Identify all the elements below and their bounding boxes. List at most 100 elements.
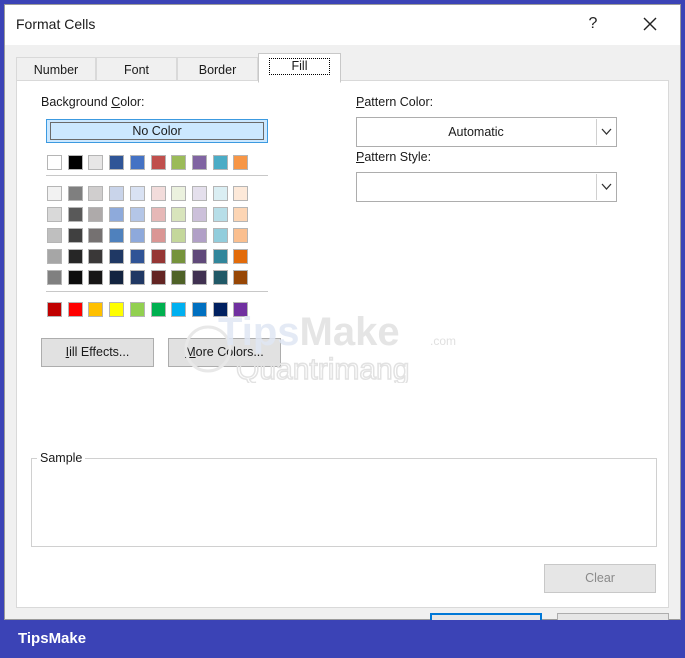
color-swatch-shade[interactable] (109, 228, 125, 243)
color-swatch-shade[interactable] (129, 186, 145, 201)
color-swatch-theme[interactable] (88, 155, 104, 170)
color-swatch-shade[interactable] (233, 270, 249, 285)
footer-brand: TipsMake (18, 630, 87, 647)
chevron-down-icon (601, 183, 612, 190)
color-swatch-standard[interactable] (129, 302, 145, 317)
color-swatch-shade[interactable] (212, 249, 228, 264)
color-swatch-shade[interactable] (47, 270, 62, 285)
color-swatch-shade[interactable] (88, 249, 104, 264)
color-swatch-shade[interactable] (88, 207, 104, 222)
color-swatch-shade[interactable] (150, 186, 166, 201)
dialog-title: Format Cells (16, 16, 96, 32)
color-swatch-shade[interactable] (150, 228, 166, 243)
color-swatch-theme[interactable] (47, 155, 62, 170)
close-button[interactable] (634, 9, 664, 39)
color-swatch-shade[interactable] (47, 207, 62, 222)
color-swatch-theme[interactable] (191, 155, 207, 170)
color-swatch-standard[interactable] (109, 302, 125, 317)
color-swatch-shade[interactable] (171, 249, 187, 264)
background-color-label: Background Color: (41, 95, 145, 109)
color-swatch-shade[interactable] (109, 270, 125, 285)
color-swatch-shade[interactable] (212, 207, 228, 222)
sample-label: Sample (37, 451, 86, 465)
color-swatch-theme[interactable] (129, 155, 145, 170)
color-swatch-shade[interactable] (233, 249, 249, 264)
tab-font[interactable]: Font (96, 57, 177, 82)
pattern-color-dropdown[interactable]: Automatic (356, 117, 617, 147)
color-swatch-shade[interactable] (109, 249, 125, 264)
color-swatch-shade[interactable] (88, 270, 104, 285)
color-swatch-shade[interactable] (67, 207, 83, 222)
color-swatch-shade[interactable] (129, 270, 145, 285)
color-swatch-shade[interactable] (233, 228, 249, 243)
color-swatch-shade[interactable] (191, 186, 207, 201)
color-swatch-shade[interactable] (191, 207, 207, 222)
color-swatch-shade[interactable] (67, 228, 83, 243)
color-swatch-theme[interactable] (171, 155, 187, 170)
color-swatch-theme[interactable] (233, 155, 249, 170)
help-button[interactable]: ? (578, 9, 608, 39)
tab-label: Font (123, 63, 149, 77)
pattern-style-dropdown[interactable] (356, 172, 617, 202)
color-swatch-standard[interactable] (212, 302, 228, 317)
clear-button[interactable]: Clear (544, 564, 656, 593)
no-color-button[interactable]: No Color (46, 119, 268, 143)
color-swatch-shade[interactable] (47, 228, 62, 243)
color-swatch-shade[interactable] (171, 228, 187, 243)
tab-label: Number (33, 63, 79, 77)
color-swatch-shade[interactable] (109, 186, 125, 201)
tab-border[interactable]: Border (177, 57, 258, 82)
color-swatch-shade[interactable] (171, 186, 187, 201)
more-colors-button[interactable]: More Colors... (168, 338, 281, 367)
pattern-color-value: Automatic (448, 125, 504, 139)
color-swatch-shade[interactable] (150, 207, 166, 222)
color-swatch-shade[interactable] (88, 228, 104, 243)
footer-bar: TipsMake (0, 620, 685, 658)
color-swatch-standard[interactable] (171, 302, 187, 317)
sample-box: Sample (31, 451, 657, 547)
no-color-label: No Color (50, 122, 264, 140)
color-swatch-standard[interactable] (67, 302, 83, 317)
fill-effects-button[interactable]: Iill Effects... (41, 338, 154, 367)
color-swatch-shade[interactable] (191, 249, 207, 264)
title-bar: Format Cells ? (5, 5, 680, 45)
color-swatch-shade[interactable] (129, 207, 145, 222)
color-swatch-standard[interactable] (191, 302, 207, 317)
color-swatch-shade[interactable] (150, 270, 166, 285)
color-swatch-shade[interactable] (129, 249, 145, 264)
color-swatch-shade[interactable] (233, 186, 249, 201)
close-icon (643, 17, 657, 31)
color-swatch-shade[interactable] (47, 186, 62, 201)
color-swatch-shade[interactable] (129, 228, 145, 243)
color-swatch-standard[interactable] (88, 302, 104, 317)
color-swatch-shade[interactable] (233, 207, 249, 222)
color-swatch-shade[interactable] (109, 207, 125, 222)
dropdown-arrow[interactable] (596, 174, 615, 200)
color-swatch-standard[interactable] (150, 302, 166, 317)
color-swatch-shade[interactable] (171, 207, 187, 222)
color-swatch-shade[interactable] (191, 228, 207, 243)
color-swatch-shade[interactable] (67, 270, 83, 285)
chevron-down-icon (601, 128, 612, 135)
color-swatch-theme[interactable] (109, 155, 125, 170)
color-swatch-theme[interactable] (150, 155, 166, 170)
color-swatch-theme[interactable] (67, 155, 83, 170)
color-swatch-shade[interactable] (212, 186, 228, 201)
color-swatch-shade[interactable] (47, 249, 62, 264)
color-swatch-shade[interactable] (67, 249, 83, 264)
color-swatch-shade[interactable] (171, 270, 187, 285)
tab-fill[interactable]: Fill (258, 53, 341, 83)
color-swatch-shade[interactable] (191, 270, 207, 285)
color-swatch-shade[interactable] (67, 186, 83, 201)
color-swatch-shade[interactable] (212, 228, 228, 243)
color-swatch-shade[interactable] (150, 249, 166, 264)
tab-number[interactable]: Number (16, 57, 96, 82)
pattern-style-label: Pattern Style: (356, 150, 432, 164)
color-swatch-standard[interactable] (233, 302, 249, 317)
pattern-color-label: Pattern Color: (356, 95, 434, 109)
color-swatch-theme[interactable] (212, 155, 228, 170)
color-swatch-shade[interactable] (88, 186, 104, 201)
color-swatch-shade[interactable] (212, 270, 228, 285)
color-swatch-standard[interactable] (47, 302, 62, 317)
dropdown-arrow[interactable] (596, 119, 615, 145)
